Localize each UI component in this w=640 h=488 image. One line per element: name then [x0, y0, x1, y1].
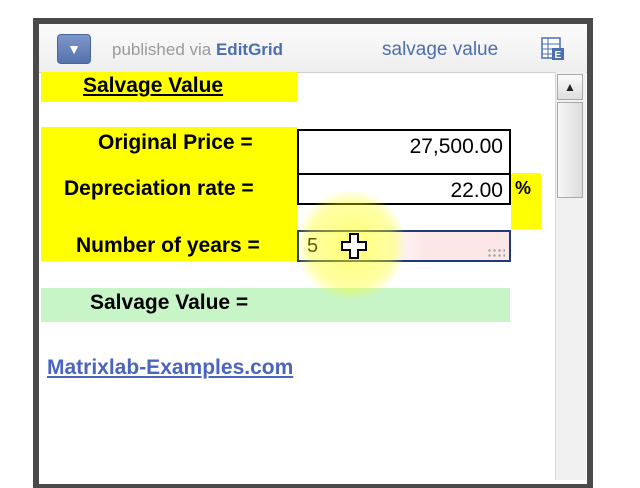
- sheet-title: Salvage Value: [83, 74, 224, 97]
- matrixlab-link[interactable]: Matrixlab-Examples.com: [47, 356, 293, 380]
- depreciation-value: 22.00: [450, 179, 503, 202]
- original-price-cell[interactable]: 27,500.00: [297, 129, 511, 175]
- years-value: 5: [307, 235, 319, 257]
- years-label: Number of years =: [76, 234, 260, 257]
- editgrid-brand-link[interactable]: EditGrid: [216, 40, 283, 59]
- svg-text:E: E: [555, 50, 562, 61]
- spreadsheet-icon[interactable]: E: [540, 36, 566, 62]
- arrow-up-icon: ▲: [564, 80, 576, 94]
- published-via-text: published via EditGrid: [112, 40, 284, 59]
- years-cell-editing[interactable]: 5: [297, 230, 511, 262]
- depreciation-label: Depreciation rate =: [64, 177, 254, 200]
- sheet-name-link[interactable]: salvage value: [382, 39, 498, 61]
- original-price-value: 27,500.00: [409, 135, 503, 158]
- resize-handle[interactable]: [487, 248, 505, 258]
- chevron-down-icon: ▼: [67, 41, 81, 57]
- salvage-label: Salvage Value =: [90, 291, 249, 314]
- menu-button[interactable]: ▼: [57, 34, 91, 64]
- percent-sign: %: [515, 178, 532, 198]
- depreciation-cell[interactable]: 22.00: [297, 173, 511, 205]
- original-price-label: Original Price =: [98, 131, 253, 154]
- scroll-thumb[interactable]: [557, 102, 583, 198]
- scroll-up-button[interactable]: ▲: [557, 74, 583, 100]
- crosshair-cursor-icon: [339, 231, 369, 261]
